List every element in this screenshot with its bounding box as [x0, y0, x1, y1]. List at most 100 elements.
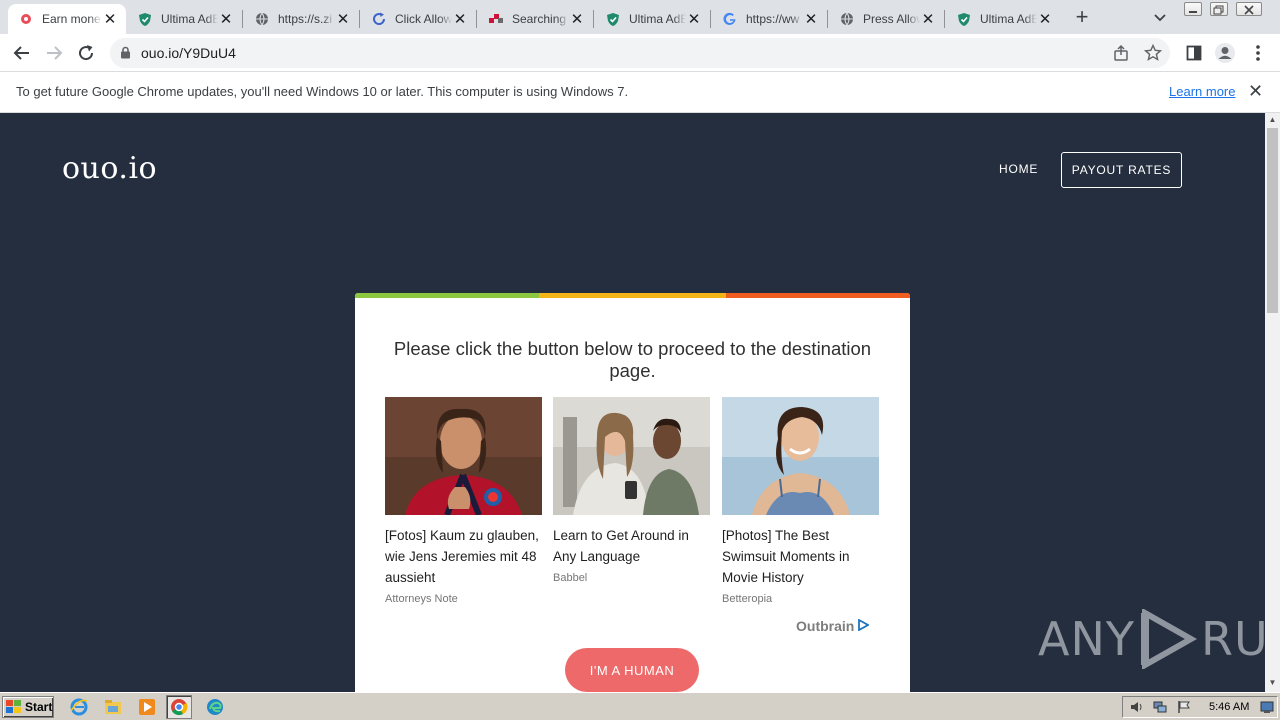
stripe-green: [355, 293, 539, 298]
system-tray: [1122, 696, 1278, 718]
tab-separator: [944, 10, 945, 28]
scroll-down-arrow-icon[interactable]: ▼: [1265, 678, 1280, 690]
shield-icon: [956, 11, 972, 27]
recommendation-source: Betteropia: [722, 593, 773, 605]
update-infobar: To get future Google Chrome updates, you…: [0, 72, 1280, 113]
stripe-yellow: [539, 293, 726, 298]
content-card: Please click the button below to proceed…: [355, 293, 910, 692]
close-icon[interactable]: ✕: [335, 11, 351, 28]
action-center-flag-icon[interactable]: [1177, 700, 1191, 714]
tab-ultima-adblock-1[interactable]: Ultima AdBl ✕: [127, 4, 242, 34]
outbrain-label: Outbrain: [796, 618, 855, 634]
recommendation-image[interactable]: [553, 397, 710, 515]
recommendation-image[interactable]: [385, 397, 542, 515]
ouo-icon: [18, 11, 34, 27]
forward-arrow-icon[interactable]: [42, 41, 66, 65]
back-arrow-icon[interactable]: [10, 41, 34, 65]
edge-icon[interactable]: [206, 698, 224, 716]
network-icon[interactable]: [1153, 700, 1167, 714]
play-triangle-icon: [1140, 609, 1197, 669]
tab-title: Press Allow: [863, 12, 920, 26]
close-icon[interactable]: ✕: [102, 11, 118, 28]
restore-button[interactable]: [1210, 2, 1228, 16]
kebab-menu-icon[interactable]: [1246, 41, 1270, 65]
tab-ultima-adblock-2[interactable]: Ultima AdBl ✕: [595, 4, 710, 34]
chrome-icon: [171, 699, 188, 716]
minimize-button[interactable]: [1184, 2, 1202, 16]
share-icon[interactable]: [1112, 44, 1130, 67]
globe-icon: [839, 11, 855, 27]
tab-title: Click Allow: [395, 12, 452, 26]
reload-icon[interactable]: [74, 41, 98, 65]
taskbar-chrome-button[interactable]: [166, 695, 192, 719]
new-tab-button[interactable]: +: [1072, 6, 1092, 28]
close-icon[interactable]: ✕: [452, 11, 468, 28]
tab-https-szi[interactable]: https://s.zi ✕: [244, 4, 359, 34]
tab-earn-money[interactable]: Earn mone ✕: [8, 4, 126, 34]
taskbar-clock[interactable]: 5:46 AM: [1209, 701, 1249, 713]
recommendation-card[interactable]: Learn to Get Around in Any Language Babb…: [553, 397, 710, 584]
page-scrollbar[interactable]: ▲ ▼: [1265, 113, 1280, 692]
close-icon[interactable]: ✕: [1248, 82, 1263, 100]
shield-icon: [605, 11, 621, 27]
globe-icon: [254, 11, 270, 27]
ad-choices-icon[interactable]: [857, 618, 871, 634]
close-icon[interactable]: ✕: [803, 11, 819, 28]
window-close-button[interactable]: [1236, 2, 1262, 16]
start-button[interactable]: Start: [2, 696, 54, 718]
recommendation-headline[interactable]: [Photos] The Best Swimsuit Moments in Mo…: [722, 525, 879, 588]
recommendation-card[interactable]: [Fotos] Kaum zu glauben, wie Jens Jeremi…: [385, 397, 542, 605]
bookmark-star-icon[interactable]: [1143, 43, 1163, 67]
close-icon[interactable]: ✕: [686, 11, 702, 28]
infobar-message: To get future Google Chrome updates, you…: [16, 84, 629, 99]
scroll-up-arrow-icon[interactable]: ▲: [1265, 115, 1280, 127]
watermark-text-left: ANY: [1038, 612, 1135, 666]
recommendation-card[interactable]: [Photos] The Best Swimsuit Moments in Mo…: [722, 397, 879, 605]
stripe-orange: [726, 293, 910, 298]
tab-separator: [359, 10, 360, 28]
file-explorer-icon[interactable]: [104, 698, 122, 716]
tab-ultima-adblock-3[interactable]: Ultima AdBl ✕: [946, 4, 1061, 34]
internet-explorer-icon[interactable]: [70, 698, 88, 716]
tab-searching[interactable]: Searching f ✕: [478, 4, 593, 34]
refresh-icon: [371, 11, 387, 27]
side-panel-icon[interactable]: [1182, 41, 1206, 65]
profile-avatar-icon[interactable]: [1213, 41, 1237, 65]
browser-toolbar: ouo.io/Y9DuU4: [0, 34, 1280, 72]
windows-taskbar: Start 5:46 AM: [0, 692, 1280, 720]
chevron-down-icon[interactable]: [1152, 9, 1168, 25]
recommendation-image[interactable]: [722, 397, 879, 515]
tab-separator: [593, 10, 594, 28]
recommendation-headline[interactable]: Learn to Get Around in Any Language: [553, 525, 710, 567]
instruction-text: Please click the button below to proceed…: [393, 338, 872, 381]
site-logo[interactable]: ouo.io: [62, 151, 157, 186]
tab-separator: [710, 10, 711, 28]
tab-strip: Earn mone ✕ Ultima AdBl ✕ https://s.zi ✕…: [0, 0, 1280, 34]
payout-rates-button[interactable]: PAYOUT RATES: [1061, 152, 1182, 188]
media-player-icon[interactable]: [138, 698, 156, 716]
windows-logo-icon: [6, 700, 21, 713]
tab-press-allow[interactable]: Press Allow ✕: [829, 4, 944, 34]
tab-separator: [476, 10, 477, 28]
recommendation-source: Babbel: [553, 572, 588, 584]
recommendation-headline[interactable]: [Fotos] Kaum zu glauben, wie Jens Jeremi…: [385, 525, 542, 588]
tab-https-www[interactable]: https://ww ✕: [712, 4, 827, 34]
start-label: Start: [25, 700, 53, 714]
learn-more-link[interactable]: Learn more: [1169, 84, 1235, 99]
close-icon[interactable]: ✕: [920, 11, 936, 28]
close-icon[interactable]: ✕: [1037, 11, 1053, 28]
tab-click-allow[interactable]: Click Allow ✕: [361, 4, 476, 34]
outbrain-logo[interactable]: Outbrain: [796, 618, 871, 634]
address-bar[interactable]: ouo.io/Y9DuU4: [110, 38, 1170, 68]
volume-icon[interactable]: [1130, 700, 1144, 714]
close-icon[interactable]: ✕: [218, 11, 234, 28]
dots-icon: [488, 11, 504, 27]
anyrun-watermark: ANY RUN: [1038, 609, 1265, 669]
close-icon[interactable]: ✕: [569, 11, 585, 28]
lock-icon: [120, 46, 131, 64]
scroll-thumb[interactable]: [1267, 128, 1278, 313]
tab-title: Ultima AdBl: [629, 12, 686, 26]
nav-home-link[interactable]: HOME: [999, 162, 1038, 176]
im-a-human-button[interactable]: I'M A HUMAN: [565, 648, 699, 692]
show-desktop-icon[interactable]: [1260, 700, 1274, 714]
